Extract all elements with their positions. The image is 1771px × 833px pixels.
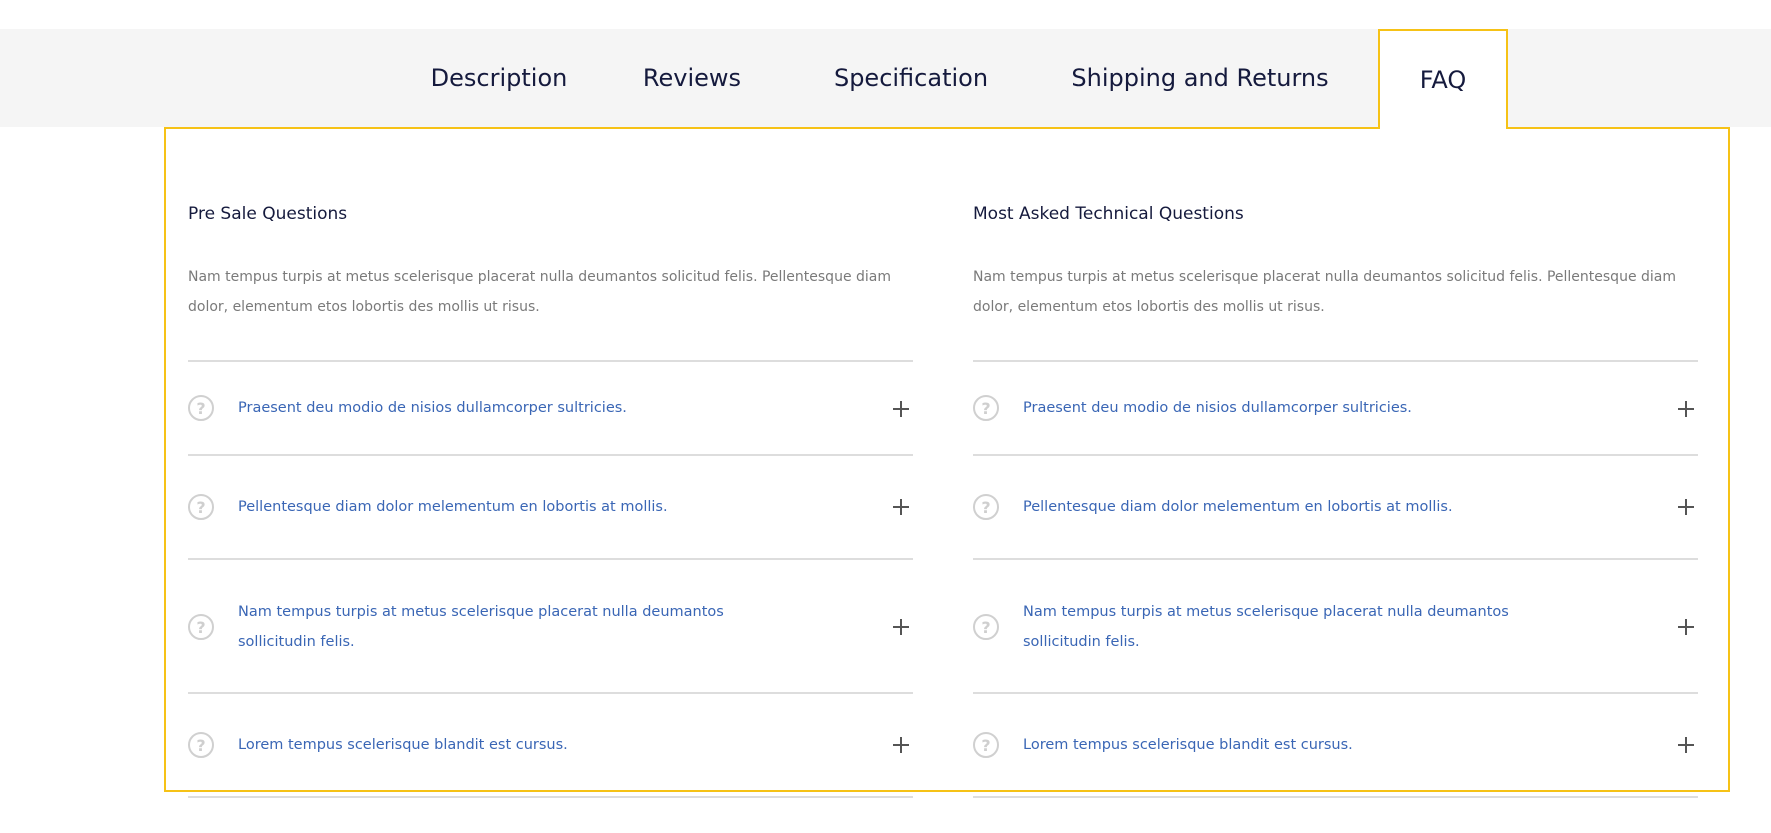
faq-question-text: Lorem tempus scelerisque blandit est cur…	[238, 737, 568, 753]
tab-reviews[interactable]: Reviews	[627, 29, 757, 127]
section-description: Nam tempus turpis at metus scelerisque p…	[188, 269, 892, 315]
plus-icon[interactable]	[1678, 401, 1694, 417]
divider	[973, 796, 1698, 798]
plus-icon[interactable]	[1678, 499, 1694, 515]
faq-question-text: Pellentesque diam dolor melementum en lo…	[1023, 499, 1453, 515]
plus-icon[interactable]	[893, 737, 909, 753]
tab-shipping-and-returns[interactable]: Shipping and Returns	[1066, 29, 1334, 127]
faq-question[interactable]: ? Lorem tempus scelerisque blandit est c…	[973, 694, 1698, 794]
section-title: Most Asked Technical Questions	[973, 204, 1244, 224]
tab-faq[interactable]: FAQ	[1378, 29, 1508, 129]
plus-icon[interactable]	[1678, 619, 1694, 635]
faq-question-text: Nam tempus turpis at metus scelerisque p…	[1023, 604, 1509, 650]
question-circle-icon: ?	[188, 614, 214, 640]
faq-question[interactable]: ? Praesent deu modio de nisios dullamcor…	[188, 362, 913, 455]
faq-question[interactable]: ? Lorem tempus scelerisque blandit est c…	[188, 694, 913, 794]
tab-specification[interactable]: Specification	[816, 29, 1006, 127]
section-title: Pre Sale Questions	[188, 204, 348, 224]
question-circle-icon: ?	[973, 732, 999, 758]
question-circle-icon: ?	[188, 395, 214, 421]
plus-icon[interactable]	[893, 401, 909, 417]
divider	[188, 796, 913, 798]
tab-description[interactable]: Description	[404, 29, 594, 127]
plus-icon[interactable]	[893, 619, 909, 635]
faq-question-text: Nam tempus turpis at metus scelerisque p…	[238, 604, 724, 650]
question-circle-icon: ?	[973, 614, 999, 640]
section-description: Nam tempus turpis at metus scelerisque p…	[973, 269, 1677, 315]
faq-question[interactable]: ? Nam tempus turpis at metus scelerisque…	[973, 560, 1698, 693]
faq-panel: Pre Sale Questions Nam tempus turpis at …	[164, 127, 1730, 792]
faq-question[interactable]: ? Pellentesque diam dolor melementum en …	[188, 456, 913, 558]
question-circle-icon: ?	[188, 732, 214, 758]
faq-question-text: Praesent deu modio de nisios dullamcorpe…	[238, 400, 627, 416]
faq-question-text: Praesent deu modio de nisios dullamcorpe…	[1023, 400, 1412, 416]
faq-question-text: Lorem tempus scelerisque blandit est cur…	[1023, 737, 1353, 753]
faq-question[interactable]: ? Praesent deu modio de nisios dullamcor…	[973, 362, 1698, 455]
question-circle-icon: ?	[188, 494, 214, 520]
plus-icon[interactable]	[1678, 737, 1694, 753]
plus-icon[interactable]	[893, 499, 909, 515]
faq-question[interactable]: ? Pellentesque diam dolor melementum en …	[973, 456, 1698, 558]
faq-question[interactable]: ? Nam tempus turpis at metus scelerisque…	[188, 560, 913, 693]
question-circle-icon: ?	[973, 395, 999, 421]
question-circle-icon: ?	[973, 494, 999, 520]
faq-question-text: Pellentesque diam dolor melementum en lo…	[238, 499, 668, 515]
product-tab-bar: Description Reviews Specification Shippi…	[0, 29, 1771, 129]
